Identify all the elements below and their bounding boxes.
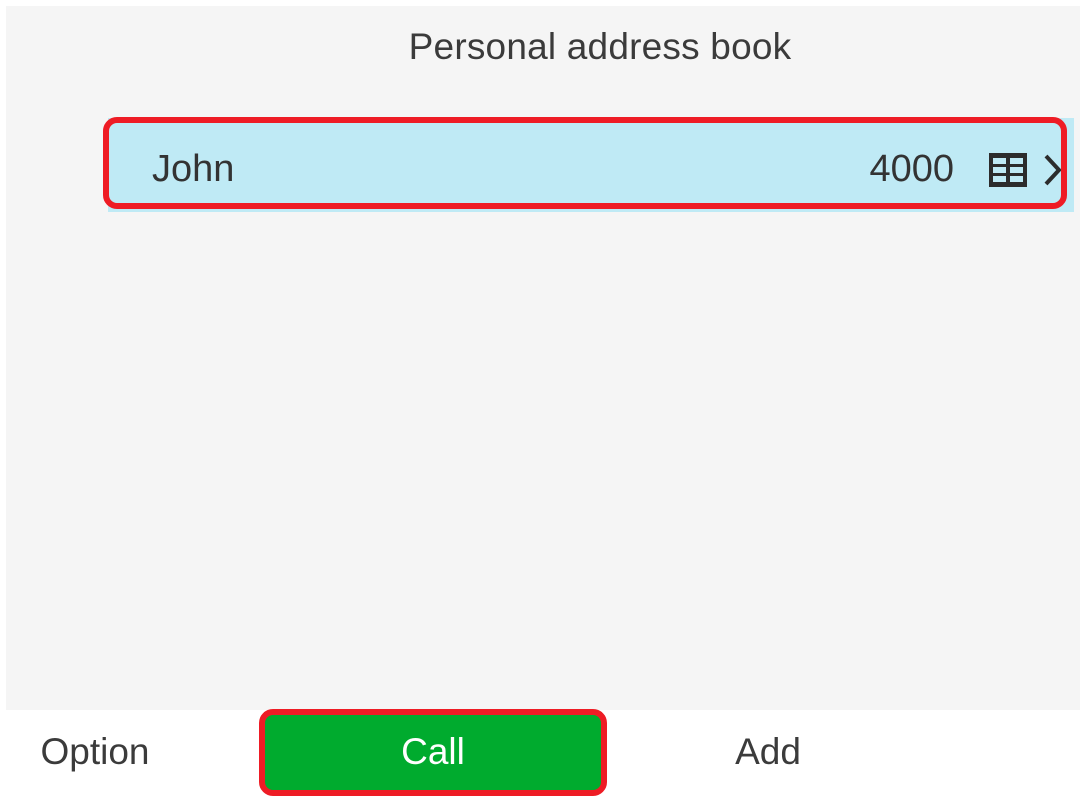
contact-number: 4000 (869, 148, 954, 190)
add-softkey[interactable]: Add (640, 712, 896, 792)
call-softkey[interactable]: Call (264, 712, 602, 792)
contact-name: John (152, 148, 235, 190)
directory-icon (989, 153, 1027, 187)
page-title: Personal address book (408, 26, 792, 67)
option-softkey[interactable]: Option (0, 712, 190, 792)
chevron-right-icon[interactable] (1040, 152, 1064, 188)
phone-screen (6, 6, 1080, 710)
